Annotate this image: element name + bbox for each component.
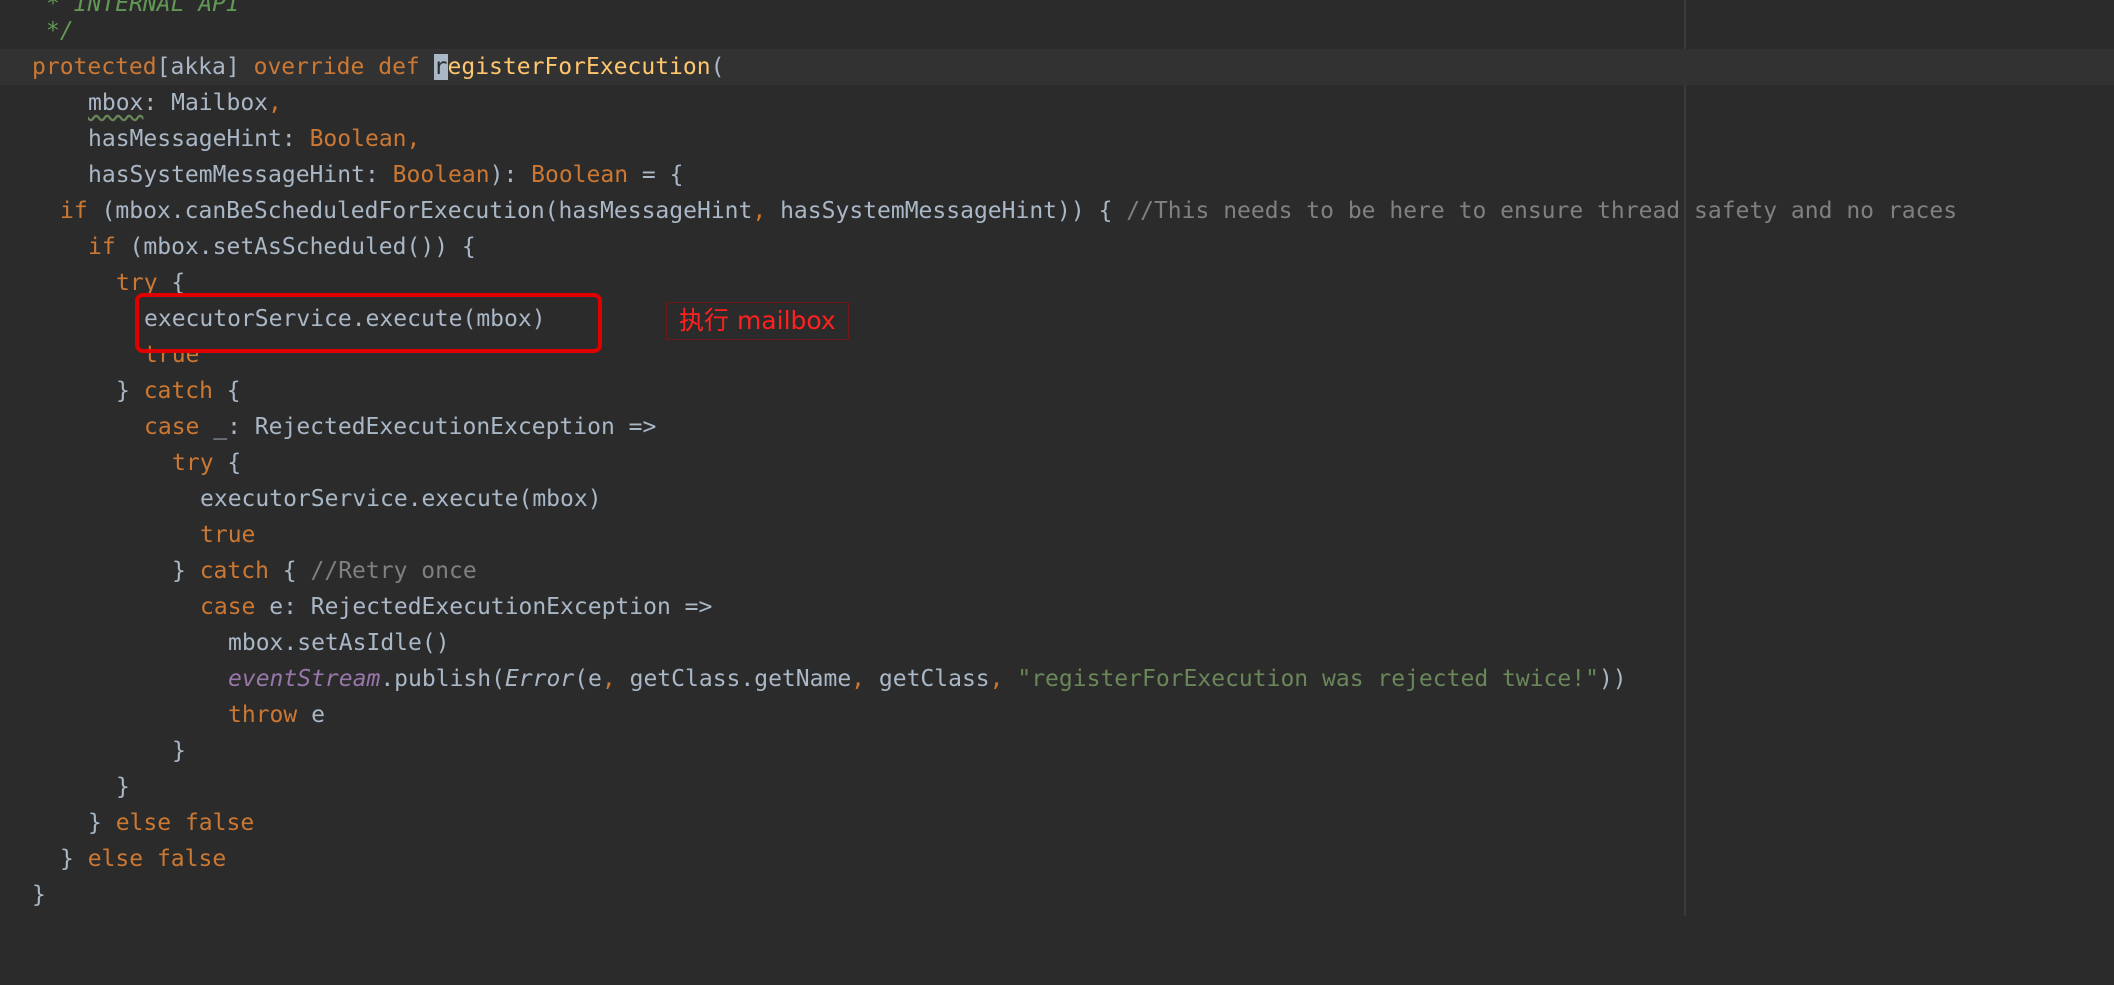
code-line-23[interactable]: } else false (0, 841, 2114, 877)
code-line-15[interactable]: } catch { //Retry once (0, 553, 2114, 589)
code-line-13[interactable]: executorService.execute(mbox) (0, 481, 2114, 517)
annotation-label: 执行 mailbox (666, 302, 849, 340)
text-cursor: r (433, 54, 448, 80)
code-line-11[interactable]: case _: RejectedExecutionException => (0, 409, 2114, 445)
code-line-12[interactable]: try { (0, 445, 2114, 481)
code-line-20[interactable]: } (0, 733, 2114, 769)
code-line-16[interactable]: case e: RejectedExecutionException => (0, 589, 2114, 625)
code-line-doc-end: */ (46, 18, 74, 44)
code-line-6[interactable]: if (mbox.setAsScheduled()) { (0, 229, 2114, 265)
code-line-3[interactable]: hasMessageHint: Boolean, (0, 121, 2114, 157)
code-line-24[interactable]: } (0, 877, 2114, 913)
code-line-4[interactable]: hasSystemMessageHint: Boolean): Boolean … (0, 157, 2114, 193)
code-line-2[interactable]: mbox: Mailbox, (0, 85, 2114, 121)
code-editor[interactable]: * INTERNAL API */ protected[akka] overri… (0, 0, 2114, 916)
code-line-14[interactable]: true (0, 517, 2114, 553)
code-line-10[interactable]: } catch { (0, 373, 2114, 409)
code-line-21[interactable]: } (0, 769, 2114, 805)
code-line-18[interactable]: eventStream.publish(Error(e, getClass.ge… (0, 661, 2114, 697)
code-line-19[interactable]: throw e (0, 697, 2114, 733)
highlight-box (135, 293, 602, 353)
code-line-22[interactable]: } else false (0, 805, 2114, 841)
code-line-17[interactable]: mbox.setAsIdle() (0, 625, 2114, 661)
code-line-1[interactable]: protected[akka] override def registerFor… (0, 49, 2114, 85)
code-line-5[interactable]: if (mbox.canBeScheduledForExecution(hasM… (0, 193, 2114, 229)
